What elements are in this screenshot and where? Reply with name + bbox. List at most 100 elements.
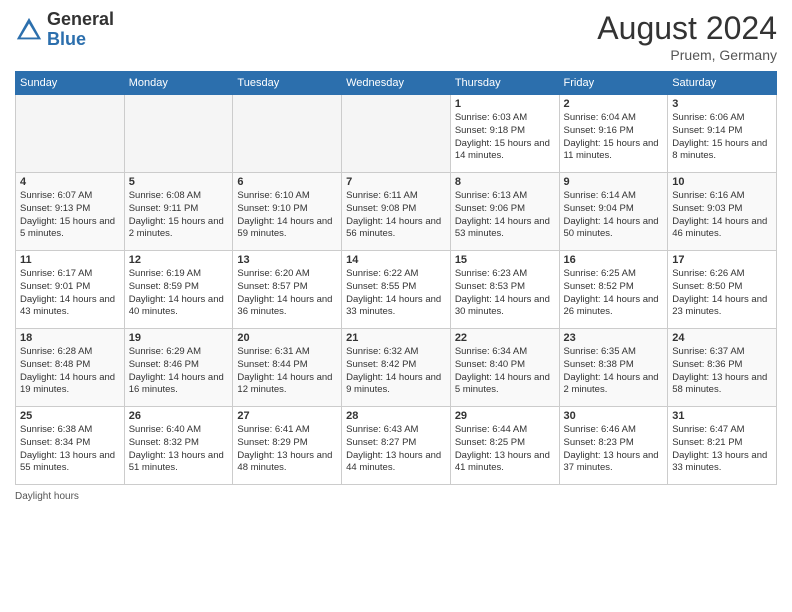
table-row: 25Sunrise: 6:38 AM Sunset: 8:34 PM Dayli… [16,407,125,485]
day-info: Sunrise: 6:04 AM Sunset: 9:16 PM Dayligh… [564,112,664,163]
day-info: Sunrise: 6:44 AM Sunset: 8:25 PM Dayligh… [455,424,555,475]
day-number: 15 [455,254,555,266]
table-row: 13 Sunrise: 6:20 AM Sunset: 8:57 PM Dayli… [233,251,342,329]
table-row: 10 Sunrise: 6:16 AM Sunset: 9:03 PM Dayli… [668,173,777,251]
title-block: August 2024 Pruem, Germany [597,10,777,63]
day-number: 1 [455,98,555,110]
day-number: 12 [129,254,229,266]
day-number: 13 [237,254,337,266]
table-row: 11 Sunrise: 6:17 AM Sunset: 9:01 PM Dayli… [16,251,125,329]
day-info: Sunrise: 6:47 AM Sunset: 8:21 PM Dayligh… [672,424,772,475]
table-row: 3 Sunrise: 6:06 AM Sunset: 9:14 PM Daylig… [668,95,777,173]
table-row: 26Sunrise: 6:40 AM Sunset: 8:32 PM Dayli… [124,407,233,485]
table-row: 12 Sunrise: 6:19 AM Sunset: 8:59 PM Dayli… [124,251,233,329]
day-info: Sunrise: 6:31 AM Sunset: 8:44 PM Dayligh… [237,346,337,397]
day-number: 3 [672,98,772,110]
table-row: 18 Sunrise: 6:28 AM Sunset: 8:48 PM Dayli… [16,329,125,407]
day-info: Sunrise: 6:03 AM Sunset: 9:18 PM Dayligh… [455,112,555,163]
day-info: Sunrise: 6:06 AM Sunset: 9:14 PM Dayligh… [672,112,772,163]
day-number: 2 [564,98,664,110]
header-sunday: Sunday [16,72,125,95]
logo-icon [15,16,43,44]
day-number: 6 [237,176,337,188]
day-number: 16 [564,254,664,266]
day-number: 30 [564,410,664,422]
header-tuesday: Tuesday [233,72,342,95]
table-row: 23Sunrise: 6:35 AM Sunset: 8:38 PM Dayli… [559,329,668,407]
table-row: 8Sunrise: 6:13 AM Sunset: 9:06 PM Daylig… [450,173,559,251]
day-info: Sunrise: 6:17 AM Sunset: 9:01 PM Dayligh… [20,268,120,319]
table-row: 31 Sunrise: 6:47 AM Sunset: 8:21 PM Dayli… [668,407,777,485]
calendar-week-2: 4Sunrise: 6:07 AM Sunset: 9:13 PM Daylig… [16,173,777,251]
calendar-header-row: Sunday Monday Tuesday Wednesday Thursday… [16,72,777,95]
table-row [124,95,233,173]
day-info: Sunrise: 6:23 AM Sunset: 8:53 PM Dayligh… [455,268,555,319]
calendar-table: Sunday Monday Tuesday Wednesday Thursday… [15,71,777,485]
day-number: 5 [129,176,229,188]
day-info: Sunrise: 6:14 AM Sunset: 9:04 PM Dayligh… [564,190,664,241]
day-number: 29 [455,410,555,422]
table-row: 17Sunrise: 6:26 AM Sunset: 8:50 PM Dayli… [668,251,777,329]
day-info: Sunrise: 6:16 AM Sunset: 9:03 PM Dayligh… [672,190,772,241]
day-number: 11 [20,254,120,266]
day-number: 9 [564,176,664,188]
table-row: 24Sunrise: 6:37 AM Sunset: 8:36 PM Dayli… [668,329,777,407]
day-info: Sunrise: 6:25 AM Sunset: 8:52 PM Dayligh… [564,268,664,319]
day-number: 28 [346,410,446,422]
location-subtitle: Pruem, Germany [597,47,777,63]
day-info: Sunrise: 6:07 AM Sunset: 9:13 PM Dayligh… [20,190,120,241]
calendar-week-5: 25Sunrise: 6:38 AM Sunset: 8:34 PM Dayli… [16,407,777,485]
table-row: 6 Sunrise: 6:10 AM Sunset: 9:10 PM Daylig… [233,173,342,251]
logo-general-text: General [47,9,114,29]
day-info: Sunrise: 6:43 AM Sunset: 8:27 PM Dayligh… [346,424,446,475]
day-number: 31 [672,410,772,422]
table-row: 22 Sunrise: 6:34 AM Sunset: 8:40 PM Dayli… [450,329,559,407]
day-info: Sunrise: 6:34 AM Sunset: 8:40 PM Dayligh… [455,346,555,397]
table-row: 7 Sunrise: 6:11 AM Sunset: 9:08 PM Daylig… [342,173,451,251]
day-info: Sunrise: 6:40 AM Sunset: 8:32 PM Dayligh… [129,424,229,475]
header-monday: Monday [124,72,233,95]
day-number: 22 [455,332,555,344]
header-saturday: Saturday [668,72,777,95]
day-info: Sunrise: 6:22 AM Sunset: 8:55 PM Dayligh… [346,268,446,319]
calendar-week-1: 1 Sunrise: 6:03 AM Sunset: 9:18 PM Daylig… [16,95,777,173]
calendar-week-3: 11 Sunrise: 6:17 AM Sunset: 9:01 PM Dayli… [16,251,777,329]
table-row: 4Sunrise: 6:07 AM Sunset: 9:13 PM Daylig… [16,173,125,251]
table-row: 21Sunrise: 6:32 AM Sunset: 8:42 PM Dayli… [342,329,451,407]
page-container: General Blue August 2024 Pruem, Germany … [0,0,792,612]
day-number: 19 [129,332,229,344]
day-info: Sunrise: 6:29 AM Sunset: 8:46 PM Dayligh… [129,346,229,397]
table-row [233,95,342,173]
table-row: 19 Sunrise: 6:29 AM Sunset: 8:46 PM Dayli… [124,329,233,407]
table-row: 28 Sunrise: 6:43 AM Sunset: 8:27 PM Dayli… [342,407,451,485]
day-number: 27 [237,410,337,422]
day-info: Sunrise: 6:19 AM Sunset: 8:59 PM Dayligh… [129,268,229,319]
day-info: Sunrise: 6:08 AM Sunset: 9:11 PM Dayligh… [129,190,229,241]
day-info: Sunrise: 6:11 AM Sunset: 9:08 PM Dayligh… [346,190,446,241]
day-number: 17 [672,254,772,266]
table-row: 9 Sunrise: 6:14 AM Sunset: 9:04 PM Daylig… [559,173,668,251]
table-row: 29 Sunrise: 6:44 AM Sunset: 8:25 PM Dayli… [450,407,559,485]
day-number: 7 [346,176,446,188]
day-number: 10 [672,176,772,188]
table-row: 1 Sunrise: 6:03 AM Sunset: 9:18 PM Daylig… [450,95,559,173]
day-info: Sunrise: 6:35 AM Sunset: 8:38 PM Dayligh… [564,346,664,397]
logo-blue-text: Blue [47,29,86,49]
day-info: Sunrise: 6:20 AM Sunset: 8:57 PM Dayligh… [237,268,337,319]
table-row: 30 Sunrise: 6:46 AM Sunset: 8:23 PM Dayli… [559,407,668,485]
day-info: Sunrise: 6:28 AM Sunset: 8:48 PM Dayligh… [20,346,120,397]
day-number: 8 [455,176,555,188]
day-info: Sunrise: 6:10 AM Sunset: 9:10 PM Dayligh… [237,190,337,241]
day-info: Sunrise: 6:37 AM Sunset: 8:36 PM Dayligh… [672,346,772,397]
table-row: 5 Sunrise: 6:08 AM Sunset: 9:11 PM Daylig… [124,173,233,251]
logo: General Blue [15,10,114,50]
day-info: Sunrise: 6:32 AM Sunset: 8:42 PM Dayligh… [346,346,446,397]
table-row [16,95,125,173]
day-info: Sunrise: 6:46 AM Sunset: 8:23 PM Dayligh… [564,424,664,475]
day-number: 18 [20,332,120,344]
month-title: August 2024 [597,10,777,47]
day-info: Sunrise: 6:38 AM Sunset: 8:34 PM Dayligh… [20,424,120,475]
table-row: 16 Sunrise: 6:25 AM Sunset: 8:52 PM Dayli… [559,251,668,329]
table-row: 2 Sunrise: 6:04 AM Sunset: 9:16 PM Daylig… [559,95,668,173]
day-number: 14 [346,254,446,266]
